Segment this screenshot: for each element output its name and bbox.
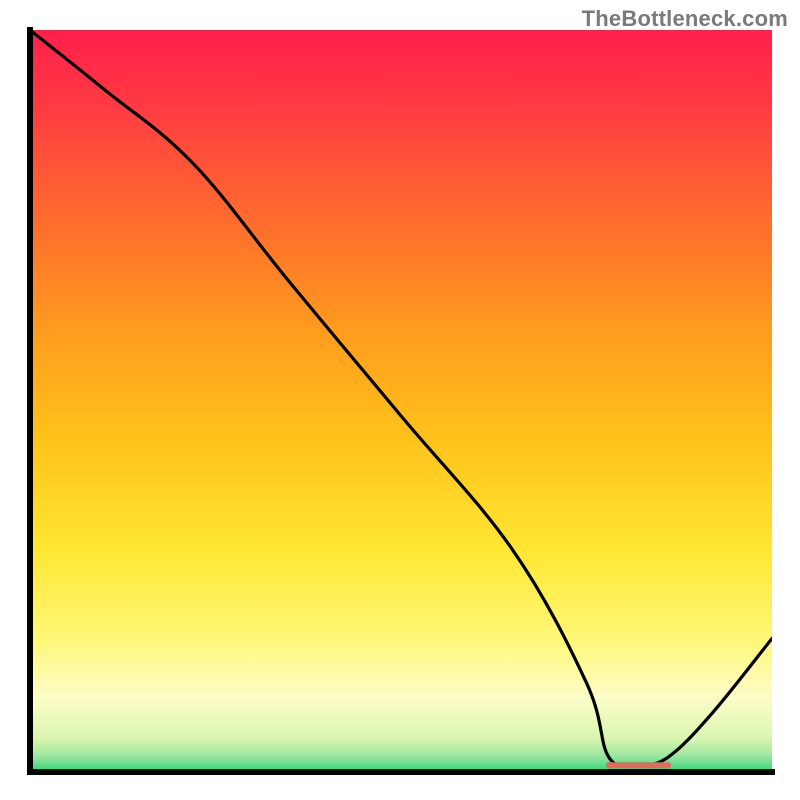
chart-container: TheBottleneck.com — [0, 0, 800, 800]
plot-background — [30, 30, 772, 772]
bottleneck-chart — [0, 0, 800, 800]
